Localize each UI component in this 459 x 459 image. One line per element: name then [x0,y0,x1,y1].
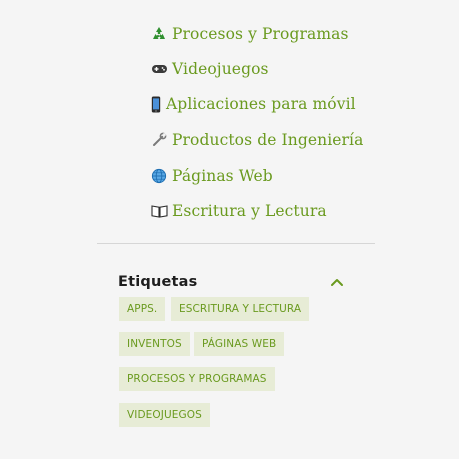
category-label: Aplicaciones para móvil [166,95,356,113]
category-label: Videojuegos [172,60,269,78]
category-label: Páginas Web [172,167,273,185]
recycle-icon [150,25,168,43]
tag-paginas-web[interactable]: PÁGINAS WEB [194,332,285,356]
mobile-phone-icon [150,95,162,113]
category-videojuegos[interactable]: Videojuegos [150,57,269,81]
section-divider [97,243,375,244]
tag-videojuegos[interactable]: VIDEOJUEGOS [119,403,210,427]
tag-apps[interactable]: APPS. [119,297,166,321]
gamepad-icon [150,60,168,78]
tags-collapse-toggle[interactable] [326,271,348,293]
tag-escritura-y-lectura[interactable]: ESCRITURA Y LECTURA [171,297,310,321]
open-book-icon [150,202,168,220]
tag-inventos[interactable]: INVENTOS [119,332,190,356]
globe-icon [150,167,168,185]
category-procesos-y-programas[interactable]: Procesos y Programas [150,22,349,46]
category-label: Productos de Ingeniería [172,131,364,149]
tags-title: Etiquetas [118,274,198,290]
tag-procesos-y-programas[interactable]: PROCESOS Y PROGRAMAS [119,367,275,391]
category-label: Escritura y Lectura [172,202,327,220]
category-paginas-web[interactable]: Páginas Web [150,164,273,188]
category-escritura-y-lectura[interactable]: Escritura y Lectura [150,199,327,223]
category-productos-de-ingenieria[interactable]: Productos de Ingeniería [150,128,363,152]
tags-header: Etiquetas [118,270,348,294]
category-label: Procesos y Programas [172,25,349,43]
wrench-icon [150,131,168,149]
category-aplicaciones-para-movil[interactable]: Aplicaciones para móvil [150,92,356,116]
chevron-up-icon [331,279,343,286]
